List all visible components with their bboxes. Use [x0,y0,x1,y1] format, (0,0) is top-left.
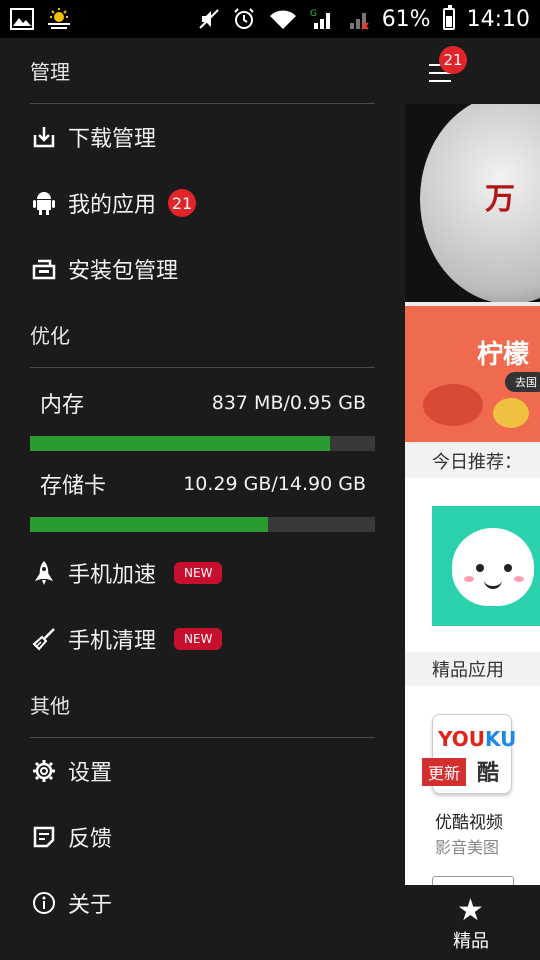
memory-usage-bar [30,436,375,451]
update-tag: 更新 [422,758,467,786]
memory-usage-fill [30,436,331,451]
status-bar: G 61% 14:10 [0,0,540,38]
banner-title: 柠檬 [477,340,530,370]
chat-bubble-icon [493,398,529,428]
storage-label: 内存 [40,393,85,418]
broom-icon [30,625,58,653]
section-header-other: 其他 [30,672,375,738]
feedback-icon [30,823,58,851]
chat-bubble-icon [423,384,483,426]
sdcard-usage-fill [30,517,269,532]
youku-logo-cn: 酷 [477,761,500,786]
menu-item-label: 手机加速 [68,563,157,588]
menu-item-label: 我的应用 [68,193,157,218]
menu-item-label: 设置 [68,761,113,786]
menu-item-about[interactable]: 关于 [30,870,375,936]
menu-item-label: 手机清理 [68,629,157,654]
menu-item-settings[interactable]: 设置 [30,738,375,804]
new-badge: NEW [174,628,223,650]
menu-item-label: 反馈 [68,827,113,852]
storage-value: 10.29 GB/14.90 GB [183,473,366,495]
package-icon [30,255,58,283]
android-icon [30,189,58,217]
wifi-icon [268,8,298,30]
rocket-icon [30,559,58,587]
app-card[interactable] [405,478,540,652]
promo-banner-2[interactable]: 柠檬 去国 [405,306,540,442]
menu-item-label: 安装包管理 [68,259,179,284]
star-icon: ★ [457,893,484,928]
app-category: 影音美图 [435,838,500,857]
download-icon [30,123,58,151]
menu-item-my-apps[interactable]: 我的应用 21 [30,170,375,236]
tab-label: 精品 [453,931,489,952]
menu-item-phone-clean[interactable]: 手机清理 NEW [30,606,375,672]
notification-badge: 21 [439,46,467,74]
promo-banner[interactable]: 万 [405,104,540,302]
app-name: 优酷视频 [435,813,503,833]
sdcard-usage-bar [30,517,375,532]
section-header-optimize: 优化 [30,302,375,368]
banner-pill: 去国 [505,372,540,392]
today-recommend-header: 今日推荐： [405,444,540,478]
alarm-icon [232,7,256,31]
menu-item-feedback[interactable]: 反馈 [30,804,375,870]
memory-row: 内存 837 MB/0.95 GB [40,376,366,430]
menu-item-phone-boost[interactable]: 手机加速 NEW [30,540,375,606]
menu-item-label: 关于 [68,893,113,918]
moon-graphic [420,104,540,302]
signal2-icon [346,7,370,31]
sdcard-row: 存储卡 10.29 GB/14.90 GB [40,457,366,511]
image-icon [10,8,34,30]
new-badge: NEW [174,562,223,584]
menu-item-download-manager[interactable]: 下载管理 [30,104,375,170]
bottom-tab-featured[interactable]: ★ 精品 [405,885,540,960]
clock: 14:10 [466,6,530,32]
menu-item-package-manager[interactable]: 安装包管理 [30,236,375,302]
info-icon [30,889,58,917]
weather-icon [46,7,72,31]
storage-label: 存储卡 [40,474,107,499]
smiley-face-icon [452,528,534,606]
mute-icon [198,8,220,30]
app-card-youku[interactable]: YOUKU 酷 更新 优酷视频 影音美图 [405,686,540,908]
notification-badge: 21 [168,189,197,217]
navigation-drawer: 管理 下载管理 我的应用 21 安装包管理 优化 内存 837 MB/0.95 … [0,38,405,960]
battery-percent: 61% [381,6,431,32]
svg-text:G: G [310,9,317,19]
app-icon [432,506,540,626]
section-header-manage: 管理 [30,38,375,104]
main-content-peek: 21 万 柠檬 去国 今日推荐： 精品应用 YOUKU 酷 更新 优酷视频 影音… [405,38,540,960]
signal1-icon: G [310,7,334,31]
youku-logo-text: YOUKU [438,727,517,751]
gear-icon [30,757,58,785]
menu-item-label: 下载管理 [68,127,157,152]
banner-title: 万 [485,182,515,217]
toolbar: 21 [405,38,540,104]
featured-apps-header: 精品应用 [405,652,540,686]
storage-value: 837 MB/0.95 GB [211,392,366,414]
battery-icon [442,5,455,30]
